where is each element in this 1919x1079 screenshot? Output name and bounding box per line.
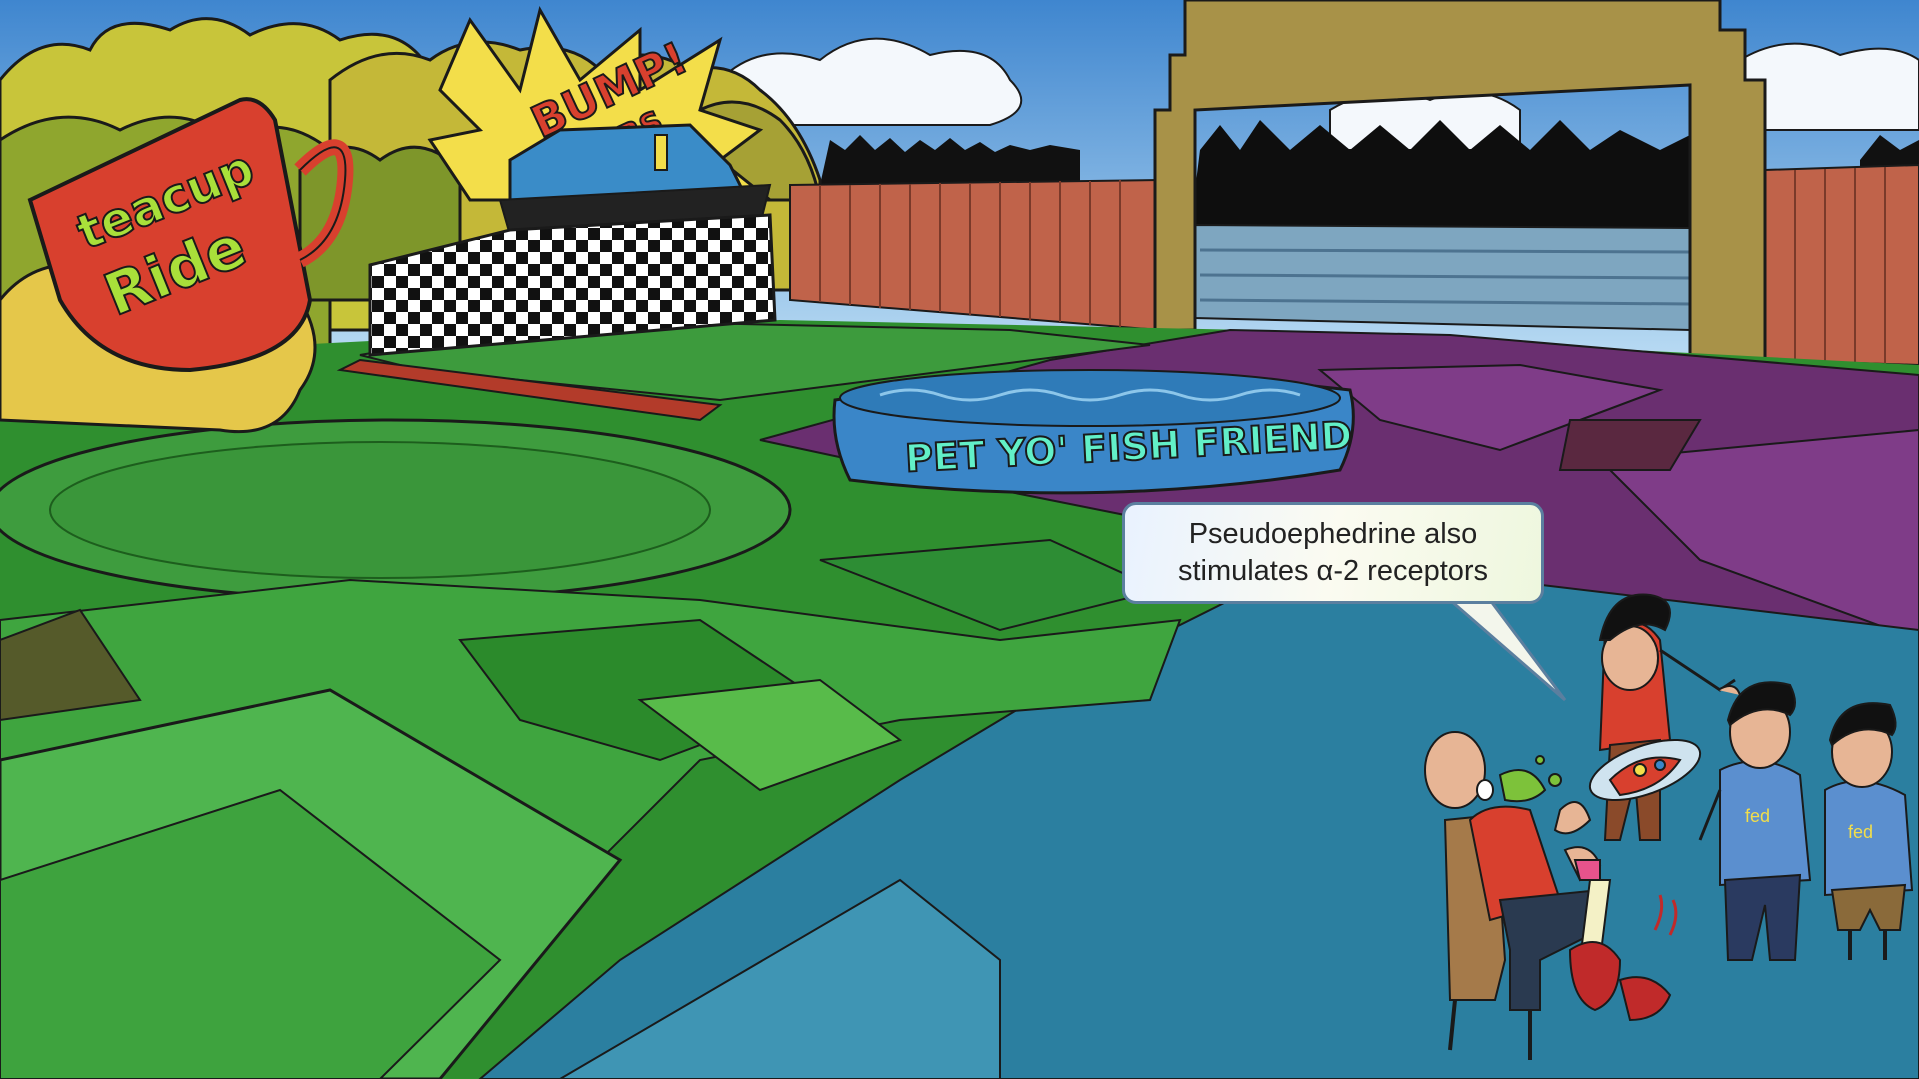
speech-line-2: stimulates α-2 receptors [1177,555,1489,587]
tree-line-right [1190,120,1690,230]
agent-left-shirt-label: fed [1745,806,1770,826]
speech-line-1: Pseudoephedrine also [1188,518,1478,550]
speech-bubble: Pseudoephedrine also stimulates α-2 rece… [1122,502,1544,604]
agent-right-shirt-label: fed [1848,822,1873,842]
cartoon-scene: teacup Ride BUMP! CARS PET YO' FISH FRIE… [0,0,1919,1079]
fish-pool: PET YO' FISH FRIEND [832,369,1355,495]
scene-illustration: teacup Ride BUMP! CARS PET YO' FISH FRIE… [0,0,1919,1079]
